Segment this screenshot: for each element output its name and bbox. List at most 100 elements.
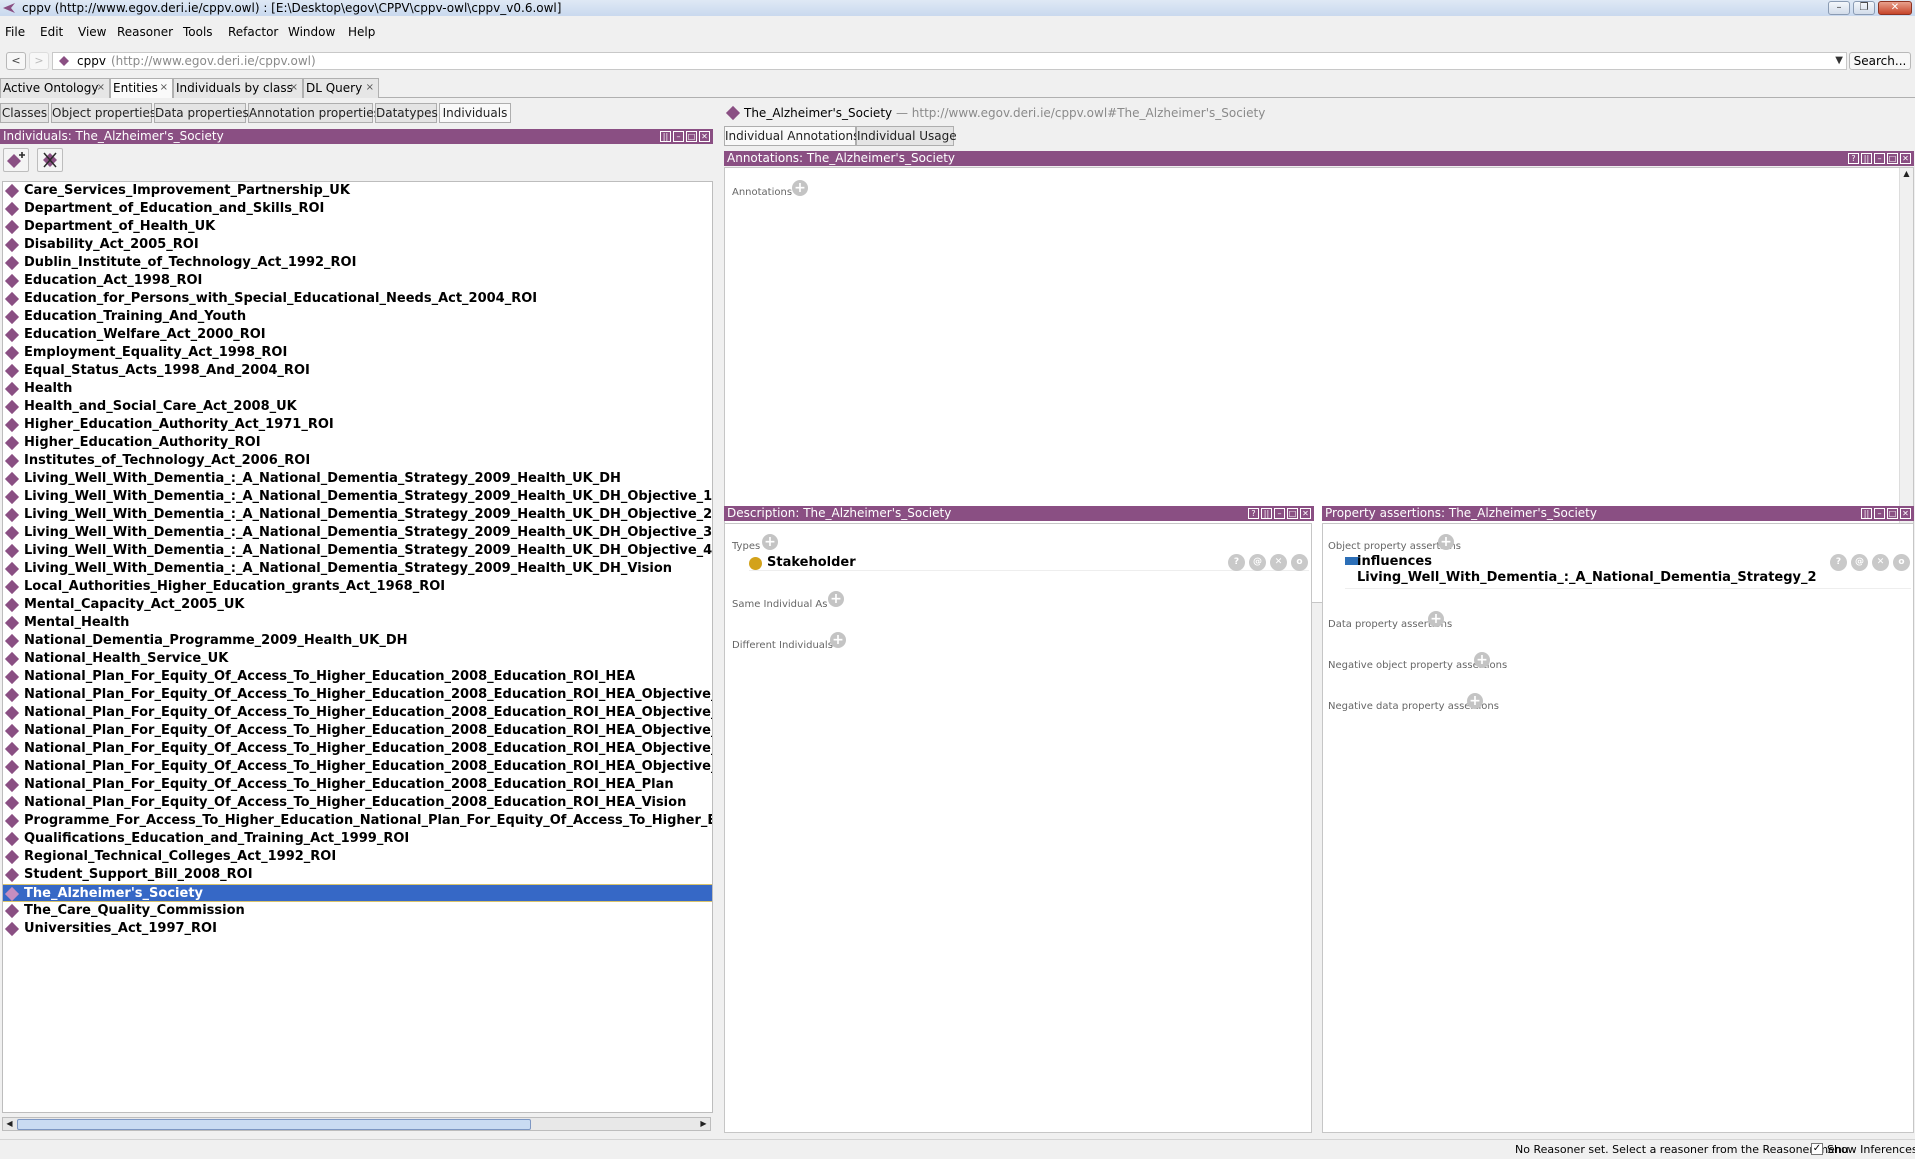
individual-item[interactable]: National_Plan_For_Equity_Of_Access_To_Hi… <box>3 776 712 794</box>
ontology-selector[interactable]: cppv (http://www.egov.deri.ie/cppv.owl) ▼ <box>52 52 1847 70</box>
minimize-icon[interactable]: – <box>1874 153 1885 164</box>
tab-individual-annotations[interactable]: Individual Annotations <box>724 126 859 146</box>
individual-item[interactable]: National_Plan_For_Equity_Of_Access_To_Hi… <box>3 668 712 686</box>
add-annotation-button[interactable]: + <box>792 180 808 196</box>
split-icon[interactable]: || <box>1261 508 1272 519</box>
individual-item[interactable]: Living_Well_With_Dementia_:_A_National_D… <box>3 542 712 560</box>
scroll-up-icon[interactable]: ▲ <box>1900 168 1913 180</box>
individual-item[interactable]: Employment_Equality_Act_1998_ROI <box>3 344 712 362</box>
delete-icon[interactable]: ✕ <box>1872 554 1889 571</box>
add-object-property-assertion-button[interactable]: + <box>1438 534 1454 550</box>
type-row[interactable]: Stakeholder ? @ ✕ o <box>749 553 1309 571</box>
individual-item[interactable]: National_Dementia_Programme_2009_Health_… <box>3 632 712 650</box>
individual-item[interactable]: Care_Services_Improvement_Partnership_UK <box>3 182 712 200</box>
add-negative-data-property-button[interactable]: + <box>1467 693 1483 709</box>
search-button[interactable]: Search... <box>1849 52 1911 70</box>
menu-file[interactable]: File <box>5 25 25 39</box>
minimize-icon[interactable]: – <box>1274 508 1285 519</box>
explain-icon[interactable]: ? <box>1228 554 1245 571</box>
menu-refactor[interactable]: Refactor <box>228 25 278 39</box>
individual-item[interactable]: National_Plan_For_Equity_Of_Access_To_Hi… <box>3 686 712 704</box>
split-icon[interactable]: || <box>660 131 671 142</box>
tab-entities[interactable]: Entities × <box>110 78 173 98</box>
help-icon[interactable]: ? <box>1848 153 1859 164</box>
split-icon[interactable]: || <box>1861 508 1872 519</box>
individual-item[interactable]: The_Alzheimer's_Society <box>3 884 712 902</box>
edit-icon[interactable]: o <box>1893 554 1910 571</box>
tab-classes[interactable]: Classes <box>0 103 49 123</box>
individual-item[interactable]: Student_Support_Bill_2008_ROI <box>3 866 712 884</box>
tab-individuals-by-class[interactable]: Individuals by class × <box>173 78 303 98</box>
chevron-down-icon[interactable]: ▼ <box>1835 53 1843 69</box>
individual-item[interactable]: Institutes_of_Technology_Act_2006_ROI <box>3 452 712 470</box>
object-property-assertion-row[interactable]: influences Living_Well_With_Dementia_:_A… <box>1345 553 1911 589</box>
individual-item[interactable]: The_Care_Quality_Commission <box>3 902 712 920</box>
menu-reasoner[interactable]: Reasoner <box>117 25 173 39</box>
add-individual-button[interactable] <box>3 148 29 172</box>
individuals-list[interactable]: Care_Services_Improvement_Partnership_UK… <box>2 181 713 1113</box>
individual-item[interactable]: Department_of_Health_UK <box>3 218 712 236</box>
annotate-icon[interactable]: @ <box>1851 554 1868 571</box>
tab-data-properties[interactable]: Data properties <box>154 103 249 123</box>
annotate-icon[interactable]: @ <box>1249 554 1266 571</box>
add-same-individual-button[interactable]: + <box>828 591 844 607</box>
individual-item[interactable]: Living_Well_With_Dementia_:_A_National_D… <box>3 470 712 488</box>
individual-item[interactable]: National_Plan_For_Equity_Of_Access_To_Hi… <box>3 740 712 758</box>
individual-item[interactable]: Local_Authorities_Higher_Education_grant… <box>3 578 712 596</box>
scroll-right-icon[interactable]: ▶ <box>697 1118 710 1130</box>
close-icon[interactable]: × <box>97 79 105 97</box>
restore-button[interactable]: ❐ <box>1853 1 1875 15</box>
individual-item[interactable]: National_Plan_For_Equity_Of_Access_To_Hi… <box>3 704 712 722</box>
individual-item[interactable]: National_Health_Service_UK <box>3 650 712 668</box>
individual-item[interactable]: National_Plan_For_Equity_Of_Access_To_Hi… <box>3 758 712 776</box>
close-icon[interactable]: ✕ <box>1900 508 1911 519</box>
minimize-icon[interactable]: – <box>673 131 684 142</box>
individual-item[interactable]: Health <box>3 380 712 398</box>
menu-window[interactable]: Window <box>288 25 335 39</box>
individual-item[interactable]: Education_Act_1998_ROI <box>3 272 712 290</box>
horizontal-scrollbar[interactable]: ◀ ▶ <box>2 1117 711 1131</box>
edit-icon[interactable]: o <box>1291 554 1308 571</box>
menu-edit[interactable]: Edit <box>40 25 63 39</box>
close-icon[interactable]: ✕ <box>699 131 710 142</box>
individual-item[interactable]: Living_Well_With_Dementia_:_A_National_D… <box>3 506 712 524</box>
forward-button[interactable]: > <box>29 52 49 70</box>
tab-annotation-properties[interactable]: Annotation properties <box>248 103 380 123</box>
show-inferences-checkbox[interactable]: ✓ <box>1811 1143 1823 1155</box>
maximize-icon[interactable]: □ <box>1887 153 1898 164</box>
individual-item[interactable]: National_Plan_For_Equity_Of_Access_To_Hi… <box>3 722 712 740</box>
delete-individual-button[interactable] <box>37 148 63 172</box>
individual-item[interactable]: Living_Well_With_Dementia_:_A_National_D… <box>3 524 712 542</box>
individual-item[interactable]: Health_and_Social_Care_Act_2008_UK <box>3 398 712 416</box>
add-negative-object-property-button[interactable]: + <box>1474 652 1490 668</box>
individual-item[interactable]: Dublin_Institute_of_Technology_Act_1992_… <box>3 254 712 272</box>
individual-item[interactable]: Higher_Education_Authority_ROI <box>3 434 712 452</box>
close-icon[interactable]: × <box>160 79 168 97</box>
maximize-icon[interactable]: □ <box>1287 508 1298 519</box>
close-icon[interactable]: ✕ <box>1300 508 1311 519</box>
individual-item[interactable]: Education_for_Persons_with_Special_Educa… <box>3 290 712 308</box>
individual-item[interactable]: Education_Welfare_Act_2000_ROI <box>3 326 712 344</box>
tab-active-ontology[interactable]: Active Ontology × <box>0 78 110 98</box>
menu-view[interactable]: View <box>78 25 106 39</box>
individual-item[interactable]: Mental_Capacity_Act_2005_UK <box>3 596 712 614</box>
maximize-icon[interactable]: □ <box>1887 508 1898 519</box>
explain-icon[interactable]: ? <box>1830 554 1847 571</box>
split-icon[interactable]: || <box>1861 153 1872 164</box>
individual-item[interactable]: Education_Training_And_Youth <box>3 308 712 326</box>
tab-individuals[interactable]: Individuals <box>439 103 511 123</box>
individual-item[interactable]: Living_Well_With_Dementia_:_A_National_D… <box>3 488 712 506</box>
back-button[interactable]: < <box>6 52 26 70</box>
tab-individual-usage[interactable]: Individual Usage <box>856 126 957 146</box>
individual-item[interactable]: Regional_Technical_Colleges_Act_1992_ROI <box>3 848 712 866</box>
tab-dl-query[interactable]: DL Query × <box>303 78 379 98</box>
close-icon[interactable]: ✕ <box>1900 153 1911 164</box>
individual-item[interactable]: Higher_Education_Authority_Act_1971_ROI <box>3 416 712 434</box>
help-icon[interactable]: ? <box>1248 508 1259 519</box>
minimize-icon[interactable]: – <box>1874 508 1885 519</box>
add-different-individual-button[interactable]: + <box>830 632 846 648</box>
individual-item[interactable]: Programme_For_Access_To_Higher_Education… <box>3 812 712 830</box>
delete-icon[interactable]: ✕ <box>1270 554 1287 571</box>
scroll-left-icon[interactable]: ◀ <box>3 1118 16 1130</box>
close-icon[interactable]: × <box>290 79 298 97</box>
